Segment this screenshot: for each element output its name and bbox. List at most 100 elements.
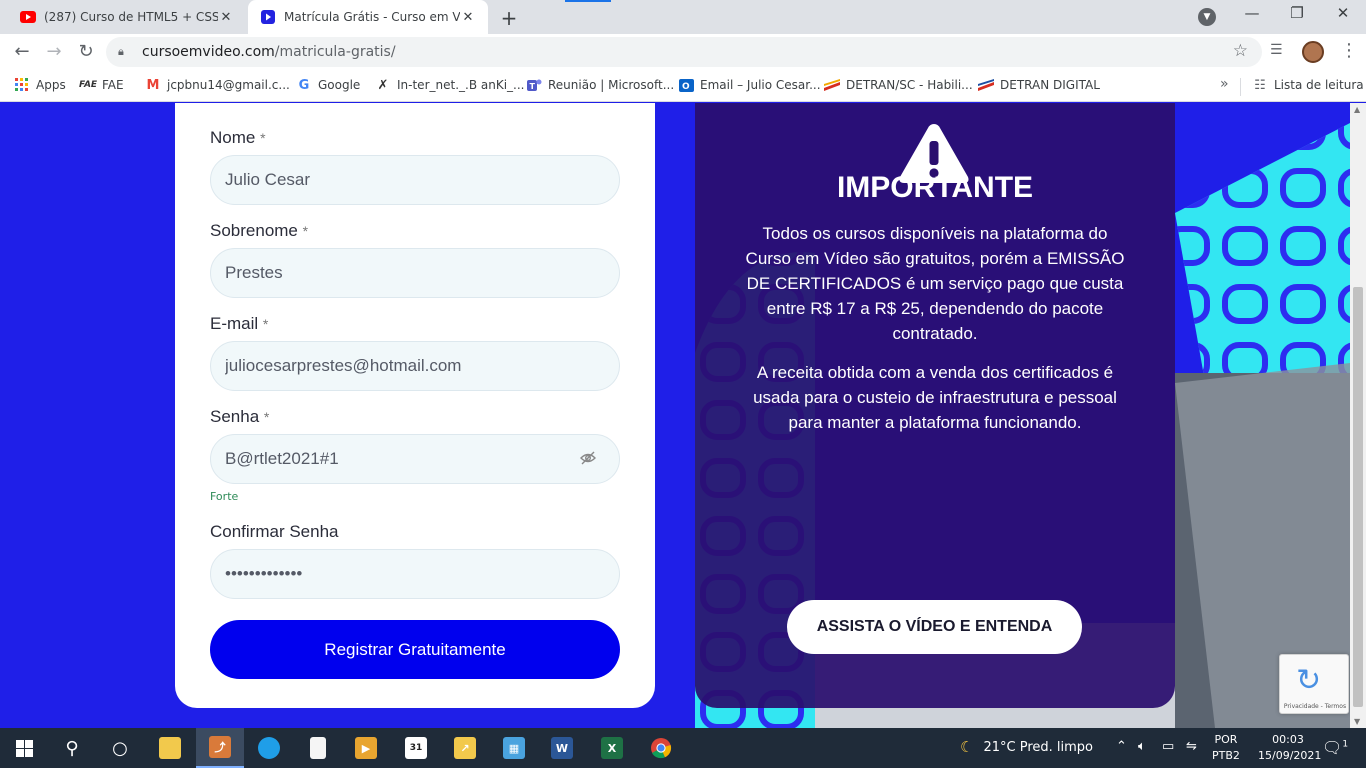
- youtube-icon: [20, 9, 36, 25]
- svg-text:O: O: [682, 82, 690, 92]
- sobrenome-field[interactable]: [210, 248, 620, 298]
- close-tab-icon[interactable]: ✕: [460, 10, 476, 25]
- detran-icon: [824, 77, 840, 93]
- bookmark-label: FAE: [102, 78, 124, 92]
- calendar-icon[interactable]: 31: [392, 728, 440, 768]
- confirmar-senha-field[interactable]: [210, 549, 620, 599]
- profile-avatar[interactable]: [1302, 41, 1324, 63]
- info-paragraph-1: Todos os cursos disponíveis na plataform…: [745, 224, 1125, 343]
- more-menu-icon[interactable]: ⋮: [1340, 40, 1358, 61]
- bookmark-fae[interactable]: FAE FAE: [79, 77, 124, 93]
- recaptcha-badge[interactable]: ↻ Privacidade - Termos: [1279, 654, 1349, 714]
- teams-icon: T: [526, 77, 542, 93]
- media-player-icon[interactable]: ▶: [342, 728, 390, 768]
- page-content: Nome * Sobrenome * E-mail * Senha * Fort…: [0, 103, 1350, 728]
- bookmarks-bar: Apps FAE FAE M jcpbnu14@gmail.c... G Goo…: [0, 70, 1366, 102]
- reading-list[interactable]: ☷ Lista de leitura: [1252, 77, 1364, 93]
- scroll-up-icon[interactable]: ▲: [1354, 105, 1360, 114]
- bookmark-detran-sc[interactable]: DETRAN/SC - Habili...: [824, 77, 973, 93]
- url-host: cursoemvideo.com: [142, 44, 275, 60]
- chevron-up-icon[interactable]: ⌃: [1116, 739, 1127, 754]
- media-queue-icon[interactable]: ☰: [1270, 42, 1283, 58]
- senha-field[interactable]: [210, 434, 620, 484]
- important-title: IMPORTANTE: [836, 171, 1034, 204]
- watch-video-button[interactable]: ASSISTA O VÍDEO E ENTENDA: [787, 600, 1082, 654]
- recaptcha-text[interactable]: Privacidade - Termos: [1282, 703, 1348, 710]
- new-tab-button[interactable]: +: [498, 6, 520, 30]
- windows-taskbar: ⚲ ○ ⤴ ▶ 31 ↗ ▦ W X ☾ 21°C Pred. limpo ⌃ …: [0, 728, 1366, 768]
- bookmark-apps[interactable]: Apps: [14, 77, 66, 93]
- confirmar-senha-label: Confirmar Senha: [210, 522, 339, 541]
- speaker-icon[interactable]: 🔈︎: [1138, 739, 1146, 754]
- bookmark-teams[interactable]: T Reunião | Microsoft...: [526, 77, 674, 93]
- scroll-down-icon[interactable]: ▼: [1354, 717, 1360, 726]
- gmail-icon: M: [146, 77, 160, 93]
- outlook-icon: O: [678, 77, 694, 93]
- restore-icon[interactable]: ❐: [1285, 4, 1309, 22]
- bookmark-gmail[interactable]: M jcpbnu14@gmail.c...: [145, 77, 290, 93]
- minimize-icon[interactable]: —: [1240, 4, 1264, 22]
- bookmark-star-icon[interactable]: ☆: [1233, 41, 1248, 61]
- senha-label: Senha *: [210, 407, 270, 426]
- x-icon: ✗: [377, 77, 389, 93]
- search-icon[interactable]: ⚲: [48, 728, 96, 768]
- folder-icon[interactable]: ↗: [441, 728, 489, 768]
- notification-icon[interactable]: 🗨︎1: [1322, 738, 1348, 757]
- nome-field[interactable]: [210, 155, 620, 205]
- tab-matricula[interactable]: Matrícula Grátis - Curso em Víde ✕: [248, 0, 488, 34]
- url-path: /matricula-gratis/: [274, 44, 396, 60]
- weather-text: 21°C Pred. limpo: [983, 739, 1093, 755]
- bookmark-outlook[interactable]: O Email – Julio Cesar...: [678, 77, 821, 93]
- email-label: E-mail *: [210, 314, 269, 333]
- bookmark-label: Email – Julio Cesar...: [700, 78, 821, 92]
- bookmark-label: In-ter_net._.B anKi_...: [397, 78, 525, 92]
- language-indicator[interactable]: POR PTB2: [1212, 732, 1240, 764]
- tab-strip: (287) Curso de HTML5 + CSS3 + ✕ Matrícul…: [0, 0, 1366, 34]
- weather-widget[interactable]: ☾ 21°C Pred. limpo: [960, 738, 1093, 756]
- cortana-icon[interactable]: ○: [96, 728, 144, 768]
- google-icon: G: [298, 77, 310, 93]
- registration-form: Nome * Sobrenome * E-mail * Senha * Fort…: [175, 103, 655, 708]
- file-explorer-icon[interactable]: [146, 728, 194, 768]
- excel-icon[interactable]: X: [588, 728, 636, 768]
- close-window-icon[interactable]: ✕: [1331, 4, 1355, 22]
- bookmark-label: Apps: [36, 78, 66, 92]
- back-arrow-icon[interactable]: ←: [10, 40, 34, 64]
- browser-toolbar: ← → ↻ 🔒︎ cursoemvideo.com/matricula-grat…: [0, 34, 1366, 70]
- moon-icon: ☾: [960, 738, 974, 756]
- reading-list-icon: ☷: [1254, 77, 1266, 93]
- bookmark-internet[interactable]: ✗ In-ter_net._.B anKi_...: [375, 77, 525, 93]
- chevron-more-icon[interactable]: »: [1220, 76, 1229, 92]
- bookmark-label: DETRAN DIGITAL: [1000, 78, 1100, 92]
- active-app-icon[interactable]: ⤴: [196, 728, 244, 768]
- svg-text:T: T: [529, 82, 535, 91]
- battery-icon[interactable]: ▭: [1162, 739, 1174, 754]
- reading-list-label: Lista de leitura: [1274, 78, 1364, 92]
- notepad-icon[interactable]: [294, 728, 342, 768]
- close-tab-icon[interactable]: ✕: [218, 10, 234, 25]
- email-field[interactable]: [210, 341, 620, 391]
- bookmark-label: Reunião | Microsoft...: [548, 78, 675, 92]
- register-button[interactable]: Registrar Gratuitamente: [210, 620, 620, 679]
- lock-icon[interactable]: 🔒︎: [118, 45, 132, 59]
- address-bar[interactable]: 🔒︎ cursoemvideo.com/matricula-gratis/ ☆: [106, 37, 1262, 67]
- network-app-icon[interactable]: ▦: [490, 728, 538, 768]
- word-icon[interactable]: W: [538, 728, 586, 768]
- detran-digital-icon: [978, 77, 994, 93]
- eye-slash-icon[interactable]: [580, 451, 596, 469]
- scrollbar-thumb[interactable]: [1353, 287, 1363, 707]
- chrome-icon[interactable]: [637, 728, 685, 768]
- bookmark-divider: [1240, 78, 1241, 96]
- windows-start-icon[interactable]: [0, 728, 48, 768]
- tab-search-icon[interactable]: ▼: [1198, 8, 1216, 26]
- bookmark-google[interactable]: G Google: [296, 77, 361, 93]
- edge-icon[interactable]: [245, 728, 293, 768]
- forward-arrow-icon[interactable]: →: [42, 40, 66, 64]
- tab-youtube[interactable]: (287) Curso de HTML5 + CSS3 + ✕: [8, 0, 246, 34]
- tab-indicator: [565, 0, 611, 2]
- clock[interactable]: 00:03 15/09/2021: [1258, 732, 1321, 764]
- page-scrollbar[interactable]: ▲ ▼: [1350, 103, 1366, 728]
- reload-icon[interactable]: ↻: [74, 40, 98, 64]
- bookmark-detran-digital[interactable]: DETRAN DIGITAL: [978, 77, 1100, 93]
- network-icon[interactable]: ⇋: [1186, 739, 1197, 754]
